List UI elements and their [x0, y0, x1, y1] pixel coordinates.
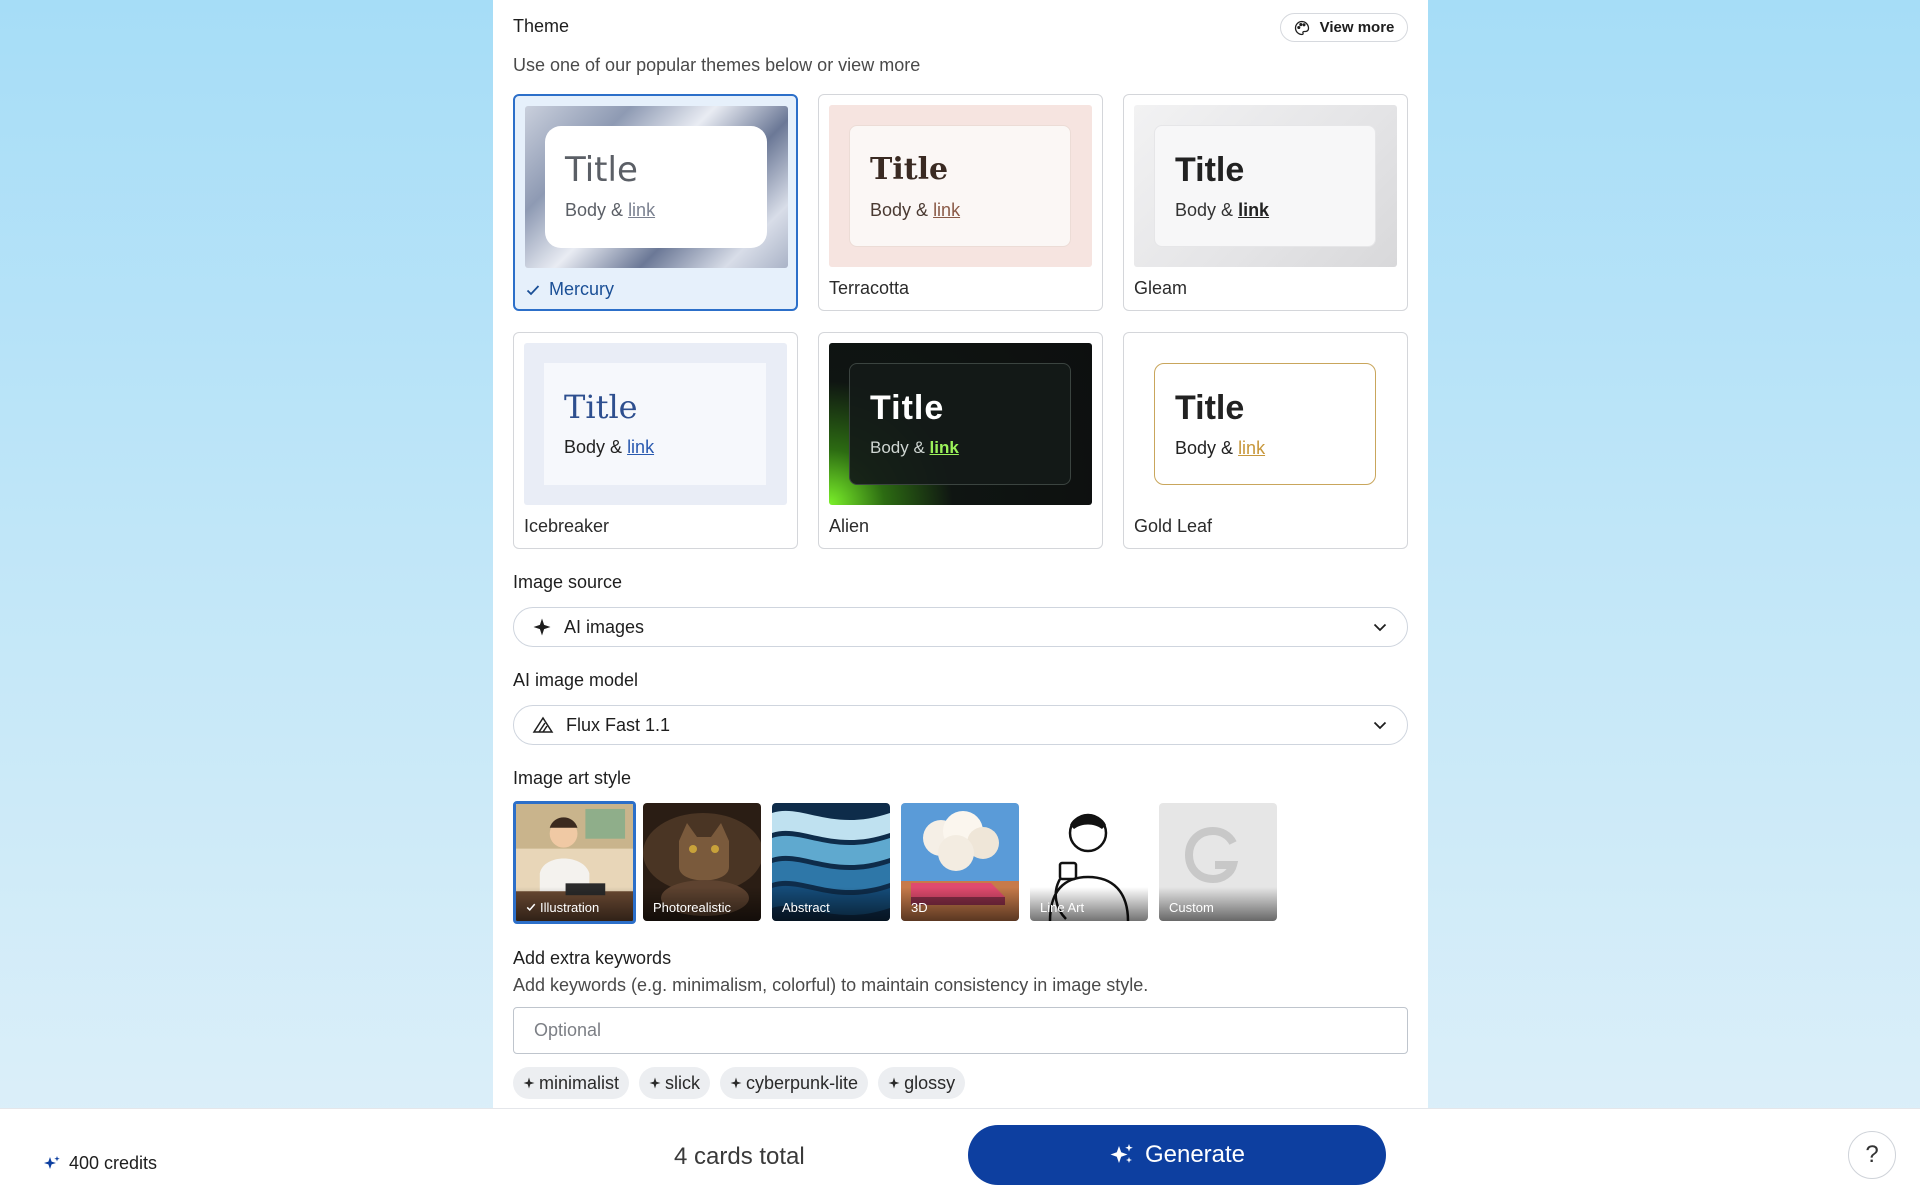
preview-card: Title Body & link	[849, 363, 1071, 485]
keyword-chip[interactable]: minimalist	[513, 1067, 630, 1099]
cards-total: 4 cards total	[674, 1143, 805, 1170]
view-more-label: View more	[1319, 19, 1395, 36]
art-style-custom[interactable]: Custom	[1159, 803, 1277, 921]
check-icon	[526, 903, 536, 912]
keyword-chip[interactable]: cyberpunk-lite	[720, 1067, 869, 1099]
art-style-label: Image art style	[513, 768, 632, 788]
sparkles-icon	[44, 1155, 60, 1169]
art-style-label: Custom	[1159, 887, 1277, 921]
art-style-label: Photorealistic	[643, 887, 761, 921]
sparkle-icon	[888, 1077, 900, 1089]
ai-model-dropdown[interactable]: Flux Fast 1.1	[513, 705, 1408, 745]
preview-card: Title Body & link	[545, 126, 767, 248]
preview-title: Title	[564, 388, 638, 426]
preview-title: Title	[870, 152, 949, 187]
preview-title: Title	[1175, 389, 1245, 427]
preview-body: Body & link	[564, 437, 655, 457]
sparkle-icon	[523, 1077, 535, 1089]
art-style-line-art[interactable]: Line Art	[1030, 803, 1148, 921]
art-style-illustration[interactable]: Illustration	[513, 801, 636, 924]
preview-link: link	[627, 437, 655, 457]
theme-preview: Title Body & link	[1134, 105, 1397, 267]
theme-subtitle: Use one of our popular themes below or v…	[513, 55, 921, 75]
generate-button[interactable]: Generate	[968, 1125, 1386, 1185]
chevron-down-icon	[1373, 721, 1387, 730]
keywords-hint: Add keywords (e.g. minimalism, colorful)…	[513, 975, 1149, 995]
preview-body: Body & link	[870, 438, 959, 457]
theme-card-mercury[interactable]: Title Body & link Mercury	[513, 94, 798, 311]
art-style-label: 3D	[901, 887, 1019, 921]
theme-card-gleam[interactable]: Title Body & link Gleam	[1123, 94, 1408, 311]
art-style-label: Line Art	[1030, 887, 1148, 921]
theme-card-icebreaker[interactable]: Title Body & link Icebreaker	[513, 332, 798, 549]
art-style-label: Illustration	[516, 887, 633, 921]
art-style-label: Abstract	[772, 887, 890, 921]
image-source-dropdown[interactable]: AI images	[513, 607, 1408, 647]
preview-card: Title Body & link	[544, 363, 766, 485]
preview-card: Title Body & link	[1154, 363, 1376, 485]
theme-preview: Title Body & link	[829, 105, 1092, 267]
image-source-label: Image source	[513, 572, 623, 592]
art-style-abstract[interactable]: Abstract	[772, 803, 890, 921]
preview-link: link	[1238, 200, 1270, 220]
preview-title: Title	[565, 150, 638, 190]
ai-model-value: Flux Fast 1.1	[566, 714, 671, 735]
theme-preview: Title Body & link	[524, 343, 787, 505]
theme-card-terracotta[interactable]: Title Body & link Terracotta	[818, 94, 1103, 311]
art-style-3d[interactable]: 3D	[901, 803, 1019, 921]
check-icon	[526, 284, 540, 295]
theme-card-alien[interactable]: Title Body & link Alien	[818, 332, 1103, 549]
help-button[interactable]: ?	[1848, 1131, 1896, 1179]
theme-preview: Title Body & link	[829, 343, 1092, 505]
settings-panel: Theme View more Use one of our popular t…	[493, 0, 1428, 1108]
preview-body: Body & link	[1175, 438, 1266, 458]
preview-link: link	[933, 200, 961, 220]
keywords-input[interactable]	[513, 1007, 1408, 1054]
theme-label: Gleam	[1134, 278, 1188, 298]
sparkle-icon	[649, 1077, 661, 1089]
preview-link: link	[1238, 438, 1266, 458]
generate-label: Generate	[1144, 1141, 1246, 1168]
flux-icon	[532, 716, 554, 733]
theme-label: Icebreaker	[524, 516, 610, 536]
preview-link: link	[628, 200, 656, 220]
sparkle-icon	[730, 1077, 742, 1089]
image-source-value: AI images	[564, 616, 645, 637]
keyword-suggestions: minimalist slick cyberpunk-lite glossy	[513, 1067, 966, 1099]
theme-label: Gold Leaf	[1134, 516, 1213, 536]
theme-label: Mercury	[525, 279, 614, 300]
preview-link: link	[929, 438, 959, 457]
preview-card: Title Body & link	[1154, 125, 1376, 247]
palette-icon	[1294, 20, 1309, 35]
ai-model-label: AI image model	[513, 670, 639, 690]
theme-label: Alien	[829, 516, 870, 536]
keywords-label: Add extra keywords	[513, 948, 672, 968]
preview-body: Body & link	[565, 200, 656, 220]
theme-label: Terracotta	[829, 278, 910, 298]
theme-preview: Title Body & link	[525, 106, 788, 268]
art-style-photorealistic[interactable]: Photorealistic	[643, 803, 761, 921]
preview-body: Body & link	[870, 200, 961, 220]
sparkles-icon	[1110, 1144, 1133, 1163]
preview-card: Title Body & link	[849, 125, 1071, 247]
theme-heading: Theme	[513, 16, 570, 36]
chevron-down-icon	[1373, 623, 1387, 632]
keyword-chip[interactable]: slick	[639, 1067, 711, 1099]
theme-card-gold-leaf[interactable]: Title Body & link Gold Leaf	[1123, 332, 1408, 549]
footer-bar: 400 credits 4 cards total Generate ?	[0, 1108, 1920, 1200]
credits-label: 400 credits	[69, 1153, 158, 1173]
theme-preview: Title Body & link	[1134, 343, 1397, 505]
sparkle-icon	[533, 618, 551, 636]
preview-title: Title	[1175, 151, 1245, 189]
keyword-chip[interactable]: glossy	[878, 1067, 966, 1099]
preview-title: Title	[870, 389, 945, 427]
preview-body: Body & link	[1175, 200, 1270, 220]
view-more-button[interactable]: View more	[1280, 13, 1408, 42]
credits-display[interactable]: 400 credits	[43, 1153, 157, 1174]
